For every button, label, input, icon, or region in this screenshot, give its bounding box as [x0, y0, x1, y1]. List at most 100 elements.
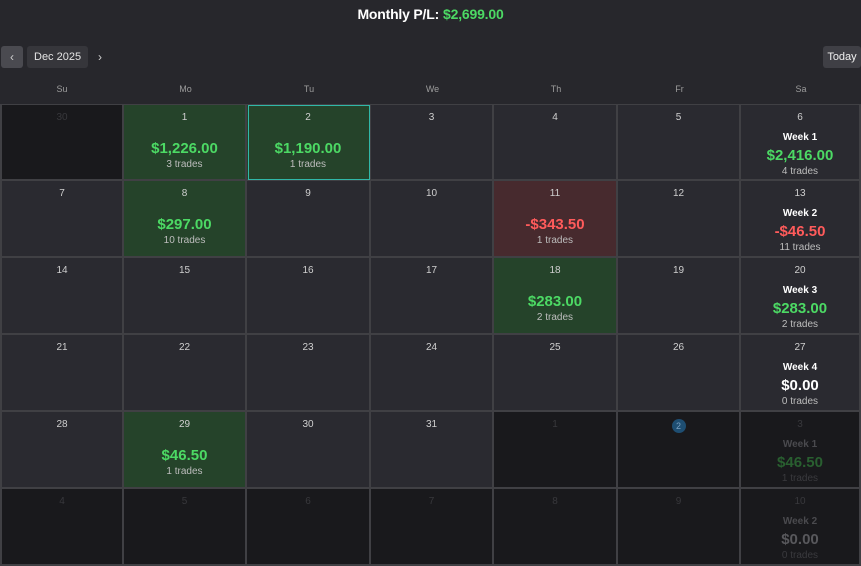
day-number: 5 [675, 112, 682, 123]
day-number: 4 [59, 496, 65, 507]
day-cell[interactable]: 18 $283.00 2 trades [494, 258, 618, 335]
monthly-pl-header: Monthly P/L: $2,699.00 [0, 0, 861, 28]
day-number: 29 [178, 419, 191, 430]
day-number: 19 [672, 265, 685, 276]
day-cell[interactable]: 4 [494, 104, 618, 181]
monthly-pl-value: $2,699.00 [443, 6, 504, 22]
day-cell[interactable]: 10 [371, 181, 494, 258]
week-label: Week 2 [782, 208, 818, 219]
day-number: 14 [56, 265, 68, 276]
day-number: 8 [552, 496, 558, 507]
monthly-pl-label: Monthly P/L: [357, 6, 440, 22]
day-cell[interactable]: 11 -$343.50 1 trades [494, 181, 618, 258]
week-summary-cell[interactable]: 27 Week 4 $0.00 0 trades [741, 335, 861, 412]
day-number: 10 [425, 188, 438, 199]
prev-month-button[interactable]: ‹ [1, 46, 23, 68]
day-cell[interactable]: 3 [371, 104, 494, 181]
day-cell[interactable]: 30 [247, 412, 371, 489]
day-cell[interactable]: 8 $297.00 10 trades [124, 181, 247, 258]
week-summary-cell[interactable]: 20 Week 3 $283.00 2 trades [741, 258, 861, 335]
week-trade-count: 2 trades [781, 319, 819, 330]
day-of-week-header: Su Mo Tu We Th Fr Sa [0, 84, 861, 98]
day-cell[interactable]: 26 [618, 335, 741, 412]
day-number: 11 [549, 188, 561, 199]
day-trade-count: 1 trades [166, 466, 203, 477]
day-number: 9 [305, 188, 311, 199]
day-trade-count: 10 trades [163, 235, 206, 246]
day-cell[interactable]: 7 [0, 181, 124, 258]
day-cell[interactable]: 23 [247, 335, 371, 412]
day-cell[interactable]: 19 [618, 258, 741, 335]
day-number: 15 [178, 265, 191, 276]
day-pl-amount: $1,190.00 [274, 140, 342, 157]
day-cell[interactable]: 7 [371, 489, 494, 566]
day-pl-amount: $283.00 [527, 293, 583, 310]
today-button[interactable]: Today [823, 46, 861, 68]
day-cell[interactable]: 5 [618, 104, 741, 181]
day-number: 7 [428, 496, 435, 507]
month-label[interactable]: Dec 2025 [27, 46, 89, 68]
day-cell[interactable]: 5 [124, 489, 247, 566]
day-cell[interactable]: 24 [371, 335, 494, 412]
week-trade-count: 4 trades [781, 166, 819, 177]
day-cell[interactable]: 22 [124, 335, 247, 412]
day-cell[interactable]: 4 [0, 489, 124, 566]
day-cell[interactable]: 2 $1,190.00 1 trades [247, 104, 371, 181]
next-month-button[interactable]: › [89, 46, 111, 68]
day-cell[interactable]: 16 [247, 258, 371, 335]
day-number: 8 [181, 188, 188, 199]
day-cell[interactable]: 31 [371, 412, 494, 489]
day-cell[interactable]: 1 [494, 412, 618, 489]
week-trade-count: 11 trades [779, 242, 821, 253]
chevron-left-icon: ‹ [10, 50, 14, 64]
day-number: 6 [305, 496, 311, 507]
week-summary-cell[interactable]: 6 Week 1 $2,416.00 4 trades [741, 104, 861, 181]
week-pl-amount: -$46.50 [774, 223, 826, 240]
week-label: Week 3 [782, 285, 818, 296]
day-number: 31 [425, 419, 438, 430]
day-cell[interactable]: 12 [618, 181, 741, 258]
day-cell[interactable]: 9 [618, 489, 741, 566]
calendar-grid: 30 1 $1,226.00 3 trades 2 $1,190.00 1 trades 3 4… [0, 104, 861, 566]
day-number: 4 [552, 112, 558, 123]
day-cell[interactable]: 21 [0, 335, 124, 412]
week-summary-cell[interactable]: 10 Week 2 $0.00 0 trades [741, 489, 861, 566]
day-pl-amount: -$343.50 [525, 216, 585, 233]
day-number: 24 [425, 342, 438, 353]
day-cell[interactable]: 30 [0, 104, 124, 181]
week-pl-amount: $46.50 [777, 454, 823, 471]
day-number: 7 [59, 188, 65, 199]
day-number: 2 [618, 419, 739, 433]
day-cell[interactable]: 6 [247, 489, 371, 566]
day-cell[interactable]: 1 $1,226.00 3 trades [124, 104, 247, 181]
day-number: 1 [552, 419, 558, 430]
day-cell[interactable]: 15 [124, 258, 247, 335]
day-number: 18 [549, 265, 561, 276]
day-cell[interactable]: 2 [618, 412, 741, 489]
day-trade-count: 3 trades [166, 159, 203, 170]
day-cell[interactable]: 25 [494, 335, 618, 412]
day-number: 28 [56, 419, 68, 430]
day-number: 21 [56, 342, 68, 353]
day-trade-count: 1 trades [536, 235, 574, 246]
day-pl-amount: $1,226.00 [151, 140, 218, 157]
day-cell[interactable]: 8 [494, 489, 618, 566]
week-trade-count: 1 trades [781, 473, 819, 484]
week-summary-cell[interactable]: 3 Week 1 $46.50 1 trades [741, 412, 861, 489]
day-cell[interactable]: 14 [0, 258, 124, 335]
day-number: 3 [428, 112, 435, 123]
week-pl-amount: $283.00 [772, 300, 828, 317]
day-number: 12 [672, 188, 685, 199]
week-label: Week 1 [782, 439, 818, 450]
week-summary-cell[interactable]: 13 Week 2 -$46.50 11 trades [741, 181, 861, 258]
day-cell[interactable]: 28 [0, 412, 124, 489]
day-cell[interactable]: 9 [247, 181, 371, 258]
day-number: 9 [675, 496, 682, 507]
day-cell[interactable]: 29 $46.50 1 trades [124, 412, 247, 489]
week-trade-count: 0 trades [781, 396, 819, 407]
week-pl-amount: $0.00 [781, 531, 819, 548]
week-pl-amount: $2,416.00 [766, 147, 834, 164]
day-number: 6 [797, 112, 803, 123]
day-number: 5 [181, 496, 188, 507]
day-cell[interactable]: 17 [371, 258, 494, 335]
